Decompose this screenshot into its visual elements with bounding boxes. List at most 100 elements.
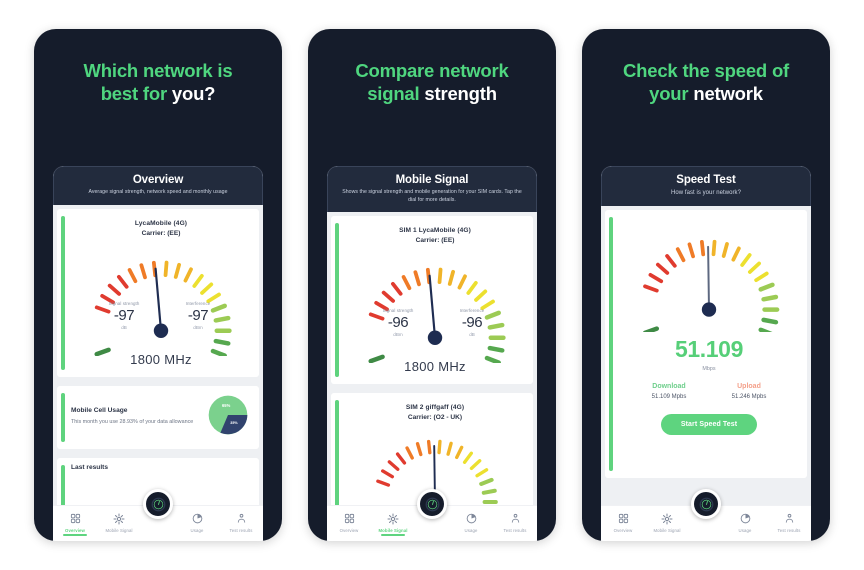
gauge-tick xyxy=(127,267,138,283)
gauge-tick xyxy=(405,446,414,460)
tab-mobile-signal[interactable]: Mobile Signal xyxy=(371,512,415,536)
gauge-tick xyxy=(107,283,121,296)
gauge-tick xyxy=(457,274,467,290)
gauge-tick xyxy=(163,260,169,277)
gauge-tick xyxy=(381,290,395,303)
gauge-tick xyxy=(479,477,494,487)
gauge-tick xyxy=(446,441,453,456)
card-accent-bar xyxy=(61,215,65,370)
download-block: Download 51.109 Mpbs xyxy=(633,383,705,400)
app-screen-overview: Overview Average signal strength, networ… xyxy=(53,166,263,541)
gauge-tick xyxy=(747,261,761,274)
upload-value: 51.246 Mpbs xyxy=(731,393,767,400)
card-gap xyxy=(53,449,263,454)
start-speed-test-button[interactable]: Start Speed Test xyxy=(660,413,758,435)
gauge-tick xyxy=(210,348,227,356)
headline-mobile-signal: Compare network signal strength xyxy=(308,29,556,106)
download-label: Download xyxy=(652,382,686,390)
gauge-svg xyxy=(368,267,506,364)
tab-usage[interactable]: Usage xyxy=(175,512,219,533)
gauge-tick xyxy=(758,282,775,292)
pie-clock-icon xyxy=(449,512,493,525)
gauge-tick xyxy=(648,272,664,283)
gauge-tick xyxy=(139,262,147,279)
tab-label: Mobile Signal xyxy=(378,528,408,533)
gauge-tick xyxy=(475,468,489,478)
gauge-tick xyxy=(173,262,181,279)
grid-icon xyxy=(327,512,371,525)
page-subtitle: How fast is your network? xyxy=(671,190,741,196)
gauge-tick xyxy=(655,262,670,275)
tab-label: Test results xyxy=(777,528,801,533)
tab-usage[interactable]: Usage xyxy=(449,512,493,533)
card-accent-bar xyxy=(609,216,613,471)
gauge-tick xyxy=(474,289,488,302)
headline-line1: Check the speed of xyxy=(622,60,790,81)
card-gap xyxy=(327,384,537,389)
tab-label: Usage xyxy=(190,528,204,533)
screenshot-stage: Which network is best for you? Overview … xyxy=(0,0,864,570)
gauge-needle xyxy=(428,274,437,339)
headline-line2-white: you? xyxy=(171,83,216,105)
signal-icon xyxy=(645,512,689,525)
card-accent-bar xyxy=(61,392,65,442)
gauge-tick xyxy=(437,267,443,285)
usage-pie-chart: 65% 35% xyxy=(205,392,251,443)
page-subtitle: Average signal strength, network speed a… xyxy=(88,189,228,195)
last-results-title: Last results xyxy=(71,463,109,471)
headline-speed-test: Check the speed of your network xyxy=(582,29,830,106)
screen-topbar: Overview Average signal strength, networ… xyxy=(53,166,263,205)
gauge-tick xyxy=(368,354,385,364)
pie-clock-icon xyxy=(175,512,219,525)
gauge-tick xyxy=(213,315,231,323)
speed-test-card[interactable]: 51.109 Mbps Download 51.109 Mpbs Upload … xyxy=(605,209,807,478)
gauge-tick xyxy=(100,293,115,304)
gauge-tick xyxy=(687,242,695,258)
signal-gauge-card[interactable]: LycaMobile (4G) Carrier: (EE) Signal str… xyxy=(57,208,259,377)
upload-block: Upload 51.246 Mpbs xyxy=(713,383,785,400)
gauge-tick xyxy=(376,479,391,487)
gauge-ticks xyxy=(642,239,780,332)
page-title: Overview xyxy=(132,174,184,186)
speed-gauge[interactable] xyxy=(619,220,799,332)
screen-topbar: Mobile Signal Shows the signal strength … xyxy=(327,166,537,213)
tab-overview[interactable]: Overview xyxy=(53,512,97,536)
page-subtitle: Shows the signal strength and mobile gen… xyxy=(342,189,522,203)
speed-test-fab-button[interactable] xyxy=(691,489,721,519)
gauge-tick xyxy=(469,459,482,471)
tab-label: Overview xyxy=(65,528,85,533)
speedometer-icon xyxy=(425,497,439,511)
tab-label: Test results xyxy=(503,528,527,533)
tab-mobile-signal[interactable]: Mobile Signal xyxy=(645,512,689,533)
tab-mobile-signal[interactable]: Mobile Signal xyxy=(97,512,141,533)
tab-overview[interactable]: Overview xyxy=(601,512,645,533)
gauge-header: LycaMobile (4G) Carrier: (EE) xyxy=(71,215,251,237)
gauge-tick xyxy=(487,345,505,353)
sim1-signal-gauge[interactable]: Signal strength -96 dBm Interference -96… xyxy=(345,245,525,364)
tab-test-results[interactable]: Test results xyxy=(767,512,811,533)
gauge-svg xyxy=(642,239,780,332)
signal-gauge[interactable]: Signal strength -97 dB Interference -97 … xyxy=(71,238,251,356)
gauge-tick xyxy=(390,282,403,296)
gauge-tick xyxy=(758,327,773,332)
screen-body: 51.109 Mbps Download 51.109 Mpbs Upload … xyxy=(601,205,811,541)
tab-test-results[interactable]: Test results xyxy=(219,512,263,533)
mobile-cell-usage-card[interactable]: Mobile Cell Usage This month you use 28.… xyxy=(57,385,259,449)
tab-usage[interactable]: Usage xyxy=(723,512,767,533)
gauge-tick xyxy=(116,274,129,289)
speed-test-fab-button[interactable] xyxy=(143,489,173,519)
upload-label: Upload xyxy=(737,382,761,390)
gauge-tick xyxy=(761,294,779,302)
tab-overview[interactable]: Overview xyxy=(327,512,371,533)
speed-test-fab-button[interactable] xyxy=(417,489,447,519)
speed-unit: Mbps xyxy=(702,365,716,372)
headline-line1: Which network is xyxy=(83,60,233,81)
gauge-network-name: LycaMobile (4G) xyxy=(134,219,188,227)
tab-test-results[interactable]: Test results xyxy=(493,512,537,533)
gauge-tick xyxy=(413,270,421,287)
sim1-gauge-card[interactable]: SIM 1 LycaMobile (4G) Carrier: (EE) Sign… xyxy=(331,216,533,385)
gauge-tick xyxy=(192,273,204,288)
card-accent-bar xyxy=(335,400,339,517)
gauge-tick xyxy=(761,317,779,325)
screen-body: LycaMobile (4G) Carrier: (EE) Signal str… xyxy=(53,204,263,541)
